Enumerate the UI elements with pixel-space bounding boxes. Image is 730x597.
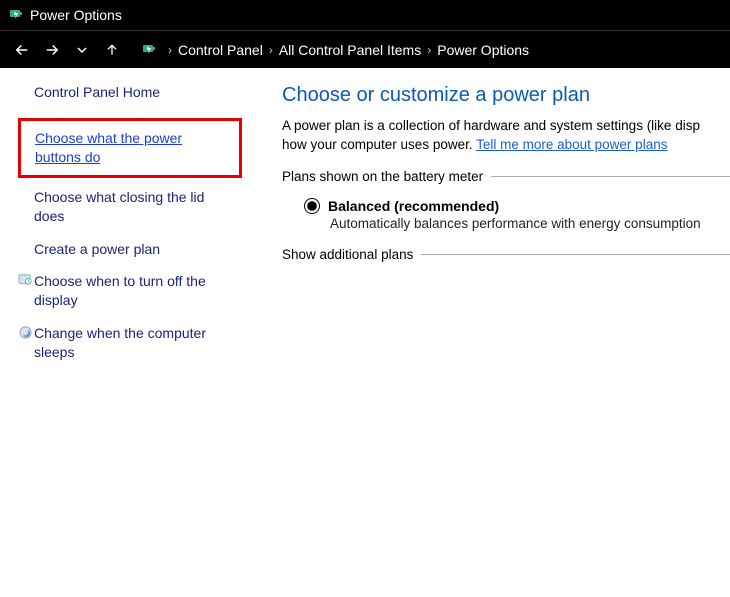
power-options-icon [8,7,24,23]
breadcrumb-icon[interactable] [140,41,158,59]
breadcrumb-control-panel[interactable]: Control Panel [178,42,263,58]
plans-fieldset: Plans shown on the battery meter Balance… [282,169,730,231]
sidebar-link-closing-lid[interactable]: Choose what closing the lid does [18,182,242,232]
breadcrumb-power-options[interactable]: Power Options [437,42,529,58]
nav-toolbar: › Control Panel › All Control Panel Item… [0,30,730,68]
additional-plans-toggle[interactable]: Show additional plans [282,247,421,262]
plan-balanced-description: Automatically balances performance with … [282,216,730,231]
plans-legend: Plans shown on the battery meter [282,169,491,184]
up-button[interactable] [98,36,126,64]
sidebar-link-create-plan[interactable]: Create a power plan [18,234,242,265]
sidebar-link-computer-sleeps[interactable]: Change when the computer sleeps [34,318,242,368]
recent-locations-dropdown[interactable] [68,36,96,64]
forward-button[interactable] [38,36,66,64]
sidebar-link-power-buttons[interactable]: Choose what the power buttons do [25,123,235,173]
content-area: Control Panel Home Choose what the power… [0,68,730,370]
learn-more-link[interactable]: Tell me more about power plans [476,137,667,152]
breadcrumb-all-items[interactable]: All Control Panel Items [279,42,421,58]
back-button[interactable] [8,36,36,64]
highlight-annotation: Choose what the power buttons do [18,118,242,178]
additional-plans-fieldset: Show additional plans [282,247,730,272]
plan-balanced-radio[interactable] [304,198,320,214]
page-description: A power plan is a collection of hardware… [282,117,730,155]
breadcrumb: › Control Panel › All Control Panel Item… [140,41,529,59]
display-off-icon [18,273,34,288]
sidebar-heading[interactable]: Control Panel Home [18,84,242,100]
chevron-right-icon[interactable]: › [168,43,172,57]
page-heading: Choose or customize a power plan [282,84,730,107]
main-panel: Choose or customize a power plan A power… [254,84,730,370]
window-title: Power Options [30,7,122,23]
plan-balanced-row: Balanced (recommended) [282,194,730,216]
chevron-right-icon[interactable]: › [269,43,273,57]
plan-balanced-label[interactable]: Balanced (recommended) [328,198,499,214]
chevron-right-icon[interactable]: › [427,43,431,57]
sidebar-link-turn-off-display[interactable]: Choose when to turn off the display [34,266,242,316]
titlebar: Power Options [0,0,730,30]
sleep-icon [18,325,34,340]
sidebar: Control Panel Home Choose what the power… [0,84,254,370]
